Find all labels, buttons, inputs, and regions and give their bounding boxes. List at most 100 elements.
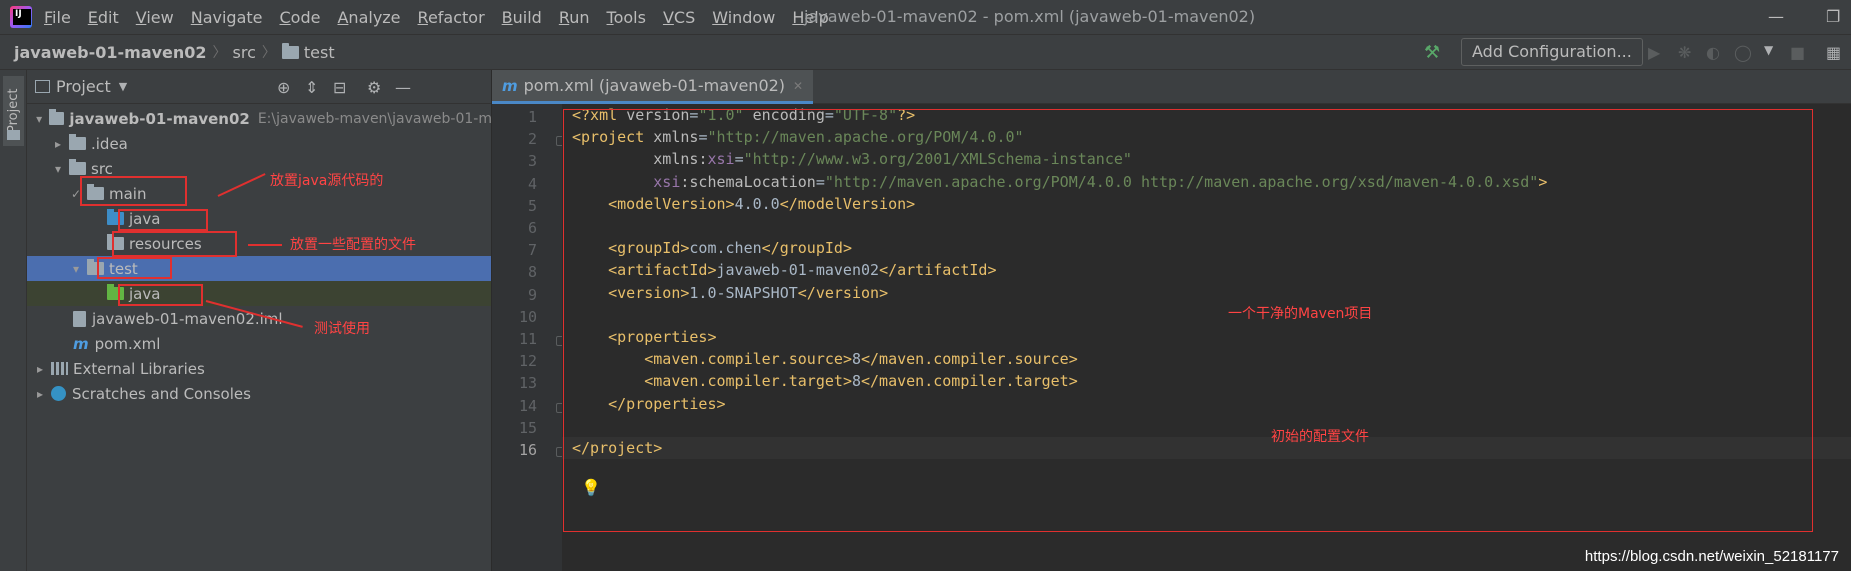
menu-navigate[interactable]: Navigate bbox=[191, 8, 263, 27]
menu-window[interactable]: Window bbox=[712, 8, 775, 27]
chevron-right-icon[interactable]: ▸ bbox=[33, 362, 47, 376]
tree-item-iml[interactable]: javaweb-01-maven02.iml bbox=[27, 306, 491, 331]
gear-icon[interactable]: ⚙ bbox=[367, 78, 381, 97]
expand-all-icon[interactable]: ⇕ bbox=[305, 78, 318, 97]
project-panel-header: Project ▼ bbox=[27, 70, 491, 104]
annotation-box-test bbox=[97, 257, 172, 279]
tree-item-project-root[interactable]: ▾ javaweb-01-maven02 E:\javaweb-maven\ja… bbox=[27, 106, 491, 131]
annotation-arrow bbox=[248, 244, 282, 246]
intellij-logo-icon bbox=[10, 6, 32, 28]
menu-code[interactable]: Code bbox=[280, 8, 321, 27]
line-number[interactable]: 15 bbox=[492, 419, 537, 437]
chevron-right-icon[interactable]: ▸ bbox=[33, 387, 47, 401]
project-panel: Project ▼ ⊕ ⇕ ⊟ ⚙ — ▾ javaweb-01-maven02… bbox=[27, 70, 492, 571]
tree-item-idea[interactable]: ▸ .idea bbox=[27, 131, 491, 156]
collapse-all-icon[interactable]: ⊟ bbox=[333, 78, 346, 97]
line-number[interactable]: 16 bbox=[492, 441, 537, 459]
line-number[interactable]: 13 bbox=[492, 374, 537, 392]
chevron-down-icon[interactable]: ▾ bbox=[69, 262, 83, 276]
line-number[interactable]: 3 bbox=[492, 152, 537, 170]
menu-refactor[interactable]: Refactor bbox=[418, 8, 485, 27]
maven-icon: m bbox=[502, 76, 518, 95]
line-number[interactable]: 11 bbox=[492, 330, 537, 348]
menu-edit[interactable]: Edit bbox=[88, 8, 119, 27]
scratches-icon bbox=[51, 386, 66, 401]
folder-icon bbox=[49, 109, 65, 125]
menu-run[interactable]: Run bbox=[559, 8, 590, 27]
line-number[interactable]: 14 bbox=[492, 397, 537, 415]
tree-item-label: javaweb-01-maven02 bbox=[69, 109, 250, 128]
annotation-box-resources bbox=[112, 231, 237, 257]
run-icon[interactable]: ▶ bbox=[1648, 43, 1666, 62]
tree-item-test-java[interactable]: java bbox=[27, 281, 491, 306]
line-number[interactable]: 4 bbox=[492, 175, 537, 193]
restore-icon[interactable]: ❐ bbox=[1826, 7, 1840, 26]
menu-view[interactable]: View bbox=[136, 8, 174, 27]
folder-icon bbox=[281, 42, 299, 59]
project-view-icon bbox=[35, 80, 50, 93]
annotation-box-editor bbox=[563, 109, 1813, 532]
line-number[interactable]: 5 bbox=[492, 197, 537, 215]
tree-item-label: src bbox=[91, 159, 113, 178]
build-hammer-icon[interactable]: ⚒ bbox=[1424, 42, 1440, 63]
breadcrumb-project[interactable]: javaweb-01-maven02 bbox=[14, 43, 207, 62]
chevron-right-icon[interactable]: ▸ bbox=[51, 137, 65, 151]
tree-item-scratches[interactable]: ▸ Scratches and Consoles bbox=[27, 381, 491, 406]
tab-pom-xml[interactable]: m pom.xml (javaweb-01-maven02) ✕ bbox=[492, 70, 814, 104]
tree-item-label: External Libraries bbox=[73, 359, 205, 378]
tree-item-main-java[interactable]: java bbox=[27, 206, 491, 231]
annotation-box-main bbox=[80, 176, 187, 206]
watermark: https://blog.csdn.net/weixin_52181177 bbox=[1584, 548, 1839, 565]
line-number[interactable]: 8 bbox=[492, 263, 537, 281]
left-tool-strip: Project bbox=[0, 70, 27, 571]
chevron-down-icon[interactable]: ▼ bbox=[1764, 43, 1782, 61]
line-number[interactable]: 6 bbox=[492, 219, 537, 237]
profile-icon[interactable]: ◯ bbox=[1734, 43, 1752, 62]
line-number[interactable]: 10 bbox=[492, 308, 537, 326]
chevron-down-icon[interactable]: ▼ bbox=[119, 80, 127, 93]
tree-item-pom[interactable]: m pom.xml bbox=[27, 331, 491, 356]
project-structure-icon[interactable]: ▦ bbox=[1826, 43, 1844, 62]
annotation-test-text: 测试使用 bbox=[314, 321, 370, 337]
add-configuration-button[interactable]: Add Configuration... bbox=[1461, 38, 1643, 66]
line-number[interactable]: 7 bbox=[492, 241, 537, 259]
menu-tools[interactable]: Tools bbox=[607, 8, 646, 27]
coverage-icon[interactable]: ◐ bbox=[1706, 43, 1724, 62]
window-title: javaweb-01-maven02 - pom.xml (javaweb-01… bbox=[804, 7, 1256, 26]
stop-icon[interactable]: ■ bbox=[1790, 43, 1808, 62]
menu-file[interactable]: File bbox=[44, 8, 71, 27]
annotation-main-text: 放置java源代码的 bbox=[270, 173, 384, 189]
maven-icon: m bbox=[73, 334, 89, 353]
folder-icon bbox=[7, 130, 20, 140]
folder-icon bbox=[69, 159, 86, 175]
hide-panel-icon[interactable]: — bbox=[395, 78, 411, 97]
tab-label: pom.xml (javaweb-01-maven02) bbox=[523, 76, 786, 95]
breadcrumb-separator-icon: 〉 bbox=[212, 45, 227, 61]
annotation-box-test-java bbox=[118, 284, 203, 306]
library-icon bbox=[51, 362, 68, 375]
minimize-icon[interactable]: — bbox=[1768, 7, 1784, 26]
menu-analyze[interactable]: Analyze bbox=[337, 8, 400, 27]
annotation-initial-config-text: 初始的配置文件 bbox=[1271, 429, 1369, 445]
project-panel-title[interactable]: Project bbox=[56, 77, 111, 96]
breadcrumb-src[interactable]: src bbox=[233, 43, 256, 62]
annotation-resources-text: 放置一些配置的文件 bbox=[290, 237, 416, 253]
line-number[interactable]: 1 bbox=[492, 108, 537, 126]
tree-item-external-libraries[interactable]: ▸ External Libraries bbox=[27, 356, 491, 381]
annotation-box-main-java bbox=[118, 209, 208, 231]
debug-icon[interactable]: ❋ bbox=[1678, 43, 1696, 62]
breadcrumb-test[interactable]: test bbox=[304, 43, 335, 62]
editor-gutter: 1 2 3 4 5 6 7 8 9 10 11 12 13 14 15 16 bbox=[492, 104, 566, 571]
menu-vcs[interactable]: VCS bbox=[663, 8, 695, 27]
tree-item-label: Scratches and Consoles bbox=[72, 384, 251, 403]
locate-icon[interactable]: ⊕ bbox=[277, 78, 290, 97]
chevron-down-icon[interactable]: ▾ bbox=[51, 162, 65, 176]
line-number[interactable]: 9 bbox=[492, 286, 537, 304]
chevron-down-icon[interactable]: ▾ bbox=[33, 112, 45, 126]
close-icon[interactable]: ✕ bbox=[793, 79, 803, 93]
menu-build[interactable]: Build bbox=[502, 8, 542, 27]
line-number[interactable]: 12 bbox=[492, 352, 537, 370]
tree-item-label: pom.xml bbox=[94, 334, 161, 353]
line-number[interactable]: 2 bbox=[492, 130, 537, 148]
module-file-icon bbox=[73, 310, 86, 327]
